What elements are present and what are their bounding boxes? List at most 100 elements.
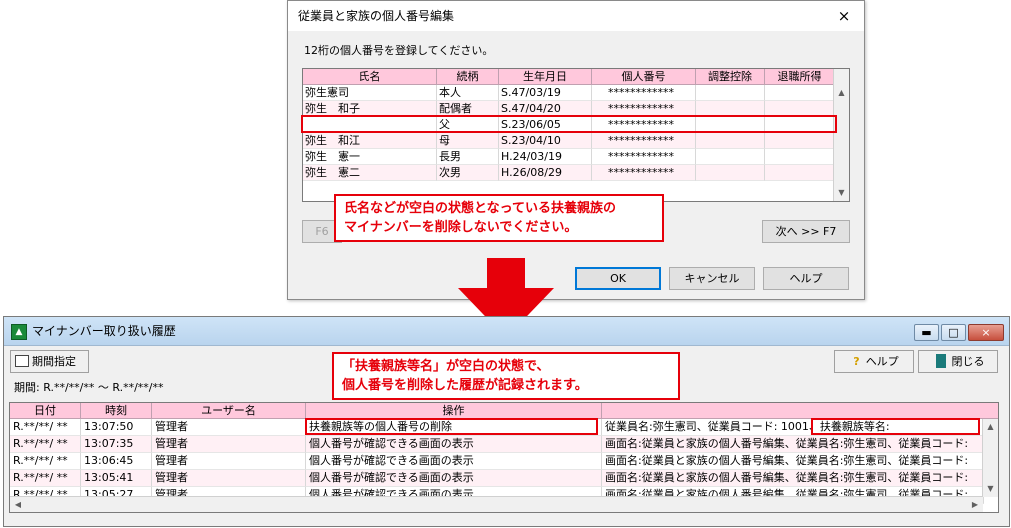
history-row[interactable]: R.**/**/ ** 13:06:45 管理者 個人番号が確認できる画面の表示… <box>10 453 984 470</box>
highlight-operation <box>305 418 598 435</box>
grid-row[interactable]: 弥生憲司 本人 S.47/03/19 ************ <box>303 85 835 101</box>
cell-birthdate[interactable]: H.24/03/19 <box>499 149 592 165</box>
cell-detail[interactable]: 画面名:従業員と家族の個人番号編集、従業員名:弥生憲司、従業員コード: <box>602 453 984 470</box>
cell-retire[interactable] <box>765 149 835 165</box>
cell-time[interactable]: 13:07:35 <box>81 436 152 453</box>
cell-date[interactable]: R.**/**/ ** <box>10 470 81 487</box>
highlight-blank-row <box>301 115 837 133</box>
col-header-relation: 続柄 <box>437 69 499 85</box>
scroll-down-icon[interactable]: ▼ <box>983 481 998 497</box>
person-icon: ▲ <box>11 324 27 340</box>
cell-retire[interactable] <box>765 85 835 101</box>
cell-name[interactable]: 弥生 和江 <box>303 133 437 149</box>
col-header-retire: 退職所得 <box>765 69 835 85</box>
cell-relation[interactable]: 次男 <box>437 165 499 181</box>
cell-relation[interactable]: 本人 <box>437 85 499 101</box>
question-icon: ? <box>853 355 860 368</box>
cell-retire[interactable] <box>765 165 835 181</box>
cell-date[interactable]: R.**/**/ ** <box>10 436 81 453</box>
cell-user[interactable]: 管理者 <box>152 436 306 453</box>
cell-operation[interactable]: 個人番号が確認できる画面の表示 <box>306 453 602 470</box>
cell-name[interactable]: 弥生 憲一 <box>303 149 437 165</box>
callout-line: 氏名などが空白の状態となっている扶養親族の <box>344 201 616 216</box>
cell-relation[interactable]: 母 <box>437 133 499 149</box>
cell-detail[interactable]: 画面名:従業員と家族の個人番号編集、従業員名:弥生憲司、従業員コード: <box>602 436 984 453</box>
cell-time[interactable]: 13:07:50 <box>81 419 152 436</box>
dialog-instruction: 12桁の個人番号を登録してください。 <box>304 44 494 57</box>
highlight-family-name <box>811 418 980 435</box>
cell-date[interactable]: R.**/**/ ** <box>10 419 81 436</box>
scroll-up-icon[interactable]: ▲ <box>983 419 998 435</box>
cell-user[interactable]: 管理者 <box>152 470 306 487</box>
col-header-date: 日付 <box>10 403 81 419</box>
cell-time[interactable]: 13:05:41 <box>81 470 152 487</box>
help-button[interactable]: ? ヘルプ <box>834 350 914 373</box>
maximize-button[interactable]: □ <box>941 324 966 341</box>
cell-detail[interactable]: 画面名:従業員と家族の個人番号編集、従業員名:弥生憲司、従業員コード: <box>602 470 984 487</box>
cell-mynumber[interactable]: ************ <box>592 133 696 149</box>
warning-callout: 氏名などが空白の状態となっている扶養親族の マイナンバーを削除しないでください。 <box>334 194 664 242</box>
col-header-adjust: 調整控除 <box>696 69 765 85</box>
scroll-left-icon[interactable]: ◀ <box>10 497 26 512</box>
cell-name[interactable]: 弥生 憲二 <box>303 165 437 181</box>
history-row[interactable]: R.**/**/ ** 13:07:35 管理者 個人番号が確認できる画面の表示… <box>10 436 984 453</box>
cell-birthdate[interactable]: H.26/08/29 <box>499 165 592 181</box>
period-button[interactable]: 期間指定 <box>10 350 89 373</box>
family-number-grid: 氏名 続柄 生年月日 個人番号 調整控除 退職所得 弥生憲司 本人 S.47/0… <box>302 68 850 202</box>
col-header-birthdate: 生年月日 <box>499 69 592 85</box>
window-close-button[interactable]: × <box>968 324 1004 341</box>
cell-operation[interactable]: 個人番号が確認できる画面の表示 <box>306 436 602 453</box>
cell-adjust[interactable] <box>696 133 765 149</box>
grid-header: 氏名 続柄 生年月日 個人番号 調整控除 退職所得 <box>303 69 835 85</box>
history-row[interactable]: R.**/**/ ** 13:05:41 管理者 個人番号が確認できる画面の表示… <box>10 470 984 487</box>
cell-birthdate[interactable]: S.47/03/19 <box>499 85 592 101</box>
cell-adjust[interactable] <box>696 85 765 101</box>
window-title: マイナンバー取り扱い履歴 <box>32 324 176 338</box>
grid-scrollbar[interactable]: ▲ ▼ <box>833 69 849 201</box>
cell-adjust[interactable] <box>696 149 765 165</box>
history-header: 日付 時刻 ユーザー名 操作 <box>10 403 998 419</box>
close-icon[interactable]: × <box>834 6 854 26</box>
grid-row[interactable]: 弥生 和江 母 S.23/04/10 ************ <box>303 133 835 149</box>
close-label: 閉じる <box>951 355 985 368</box>
cell-user[interactable]: 管理者 <box>152 453 306 470</box>
history-hscroll[interactable]: ◀ ▶ <box>10 496 983 512</box>
minimize-button[interactable]: ▬ <box>914 324 939 341</box>
cell-retire[interactable] <box>765 133 835 149</box>
cell-name[interactable]: 弥生憲司 <box>303 85 437 101</box>
callout-line: マイナンバーを削除しないでください。 <box>344 220 578 235</box>
scroll-down-icon[interactable]: ▼ <box>834 185 849 201</box>
cell-birthdate[interactable]: S.23/04/10 <box>499 133 592 149</box>
grid-row[interactable]: 弥生 憲一 長男 H.24/03/19 ************ <box>303 149 835 165</box>
exit-door-icon <box>935 354 946 368</box>
cell-mynumber[interactable]: ************ <box>592 149 696 165</box>
col-header-user: ユーザー名 <box>152 403 306 419</box>
edit-dialog: 従業員と家族の個人番号編集 × 12桁の個人番号を登録してください。 氏名 続柄… <box>287 0 865 300</box>
cell-time[interactable]: 13:06:45 <box>81 453 152 470</box>
scroll-right-icon[interactable]: ▶ <box>967 497 983 512</box>
info-callout: 「扶養親族等名」が空白の状態で、 個人番号を削除した履歴が記録されます。 <box>332 352 680 400</box>
ok-button[interactable]: OK <box>575 267 661 290</box>
cell-date[interactable]: R.**/**/ ** <box>10 453 81 470</box>
cell-adjust[interactable] <box>696 165 765 181</box>
period-text: 期間: R.**/**/** 〜 R.**/**/** <box>14 381 164 394</box>
help-button[interactable]: ヘルプ <box>763 267 849 290</box>
cell-mynumber[interactable]: ************ <box>592 165 696 181</box>
cell-relation[interactable]: 長男 <box>437 149 499 165</box>
callout-line: 個人番号を削除した履歴が記録されます。 <box>342 378 588 393</box>
next-button[interactable]: 次へ >> F7 <box>762 220 850 243</box>
cancel-button[interactable]: キャンセル <box>669 267 755 290</box>
close-button[interactable]: 閉じる <box>918 350 998 373</box>
cell-operation[interactable]: 個人番号が確認できる画面の表示 <box>306 470 602 487</box>
history-vscroll[interactable]: ▲ ▼ <box>982 419 998 497</box>
col-header-name: 氏名 <box>303 69 437 85</box>
calendar-icon <box>15 355 29 367</box>
help-label: ヘルプ <box>865 355 899 368</box>
col-header-detail <box>602 403 998 419</box>
cell-user[interactable]: 管理者 <box>152 419 306 436</box>
callout-line: 「扶養親族等名」が空白の状態で、 <box>342 359 550 374</box>
scroll-up-icon[interactable]: ▲ <box>834 85 849 101</box>
grid-row[interactable]: 弥生 憲二 次男 H.26/08/29 ************ <box>303 165 835 181</box>
cell-mynumber[interactable]: ************ <box>592 85 696 101</box>
window-titlebar: ▲ マイナンバー取り扱い履歴 ▬ □ × <box>4 317 1009 346</box>
